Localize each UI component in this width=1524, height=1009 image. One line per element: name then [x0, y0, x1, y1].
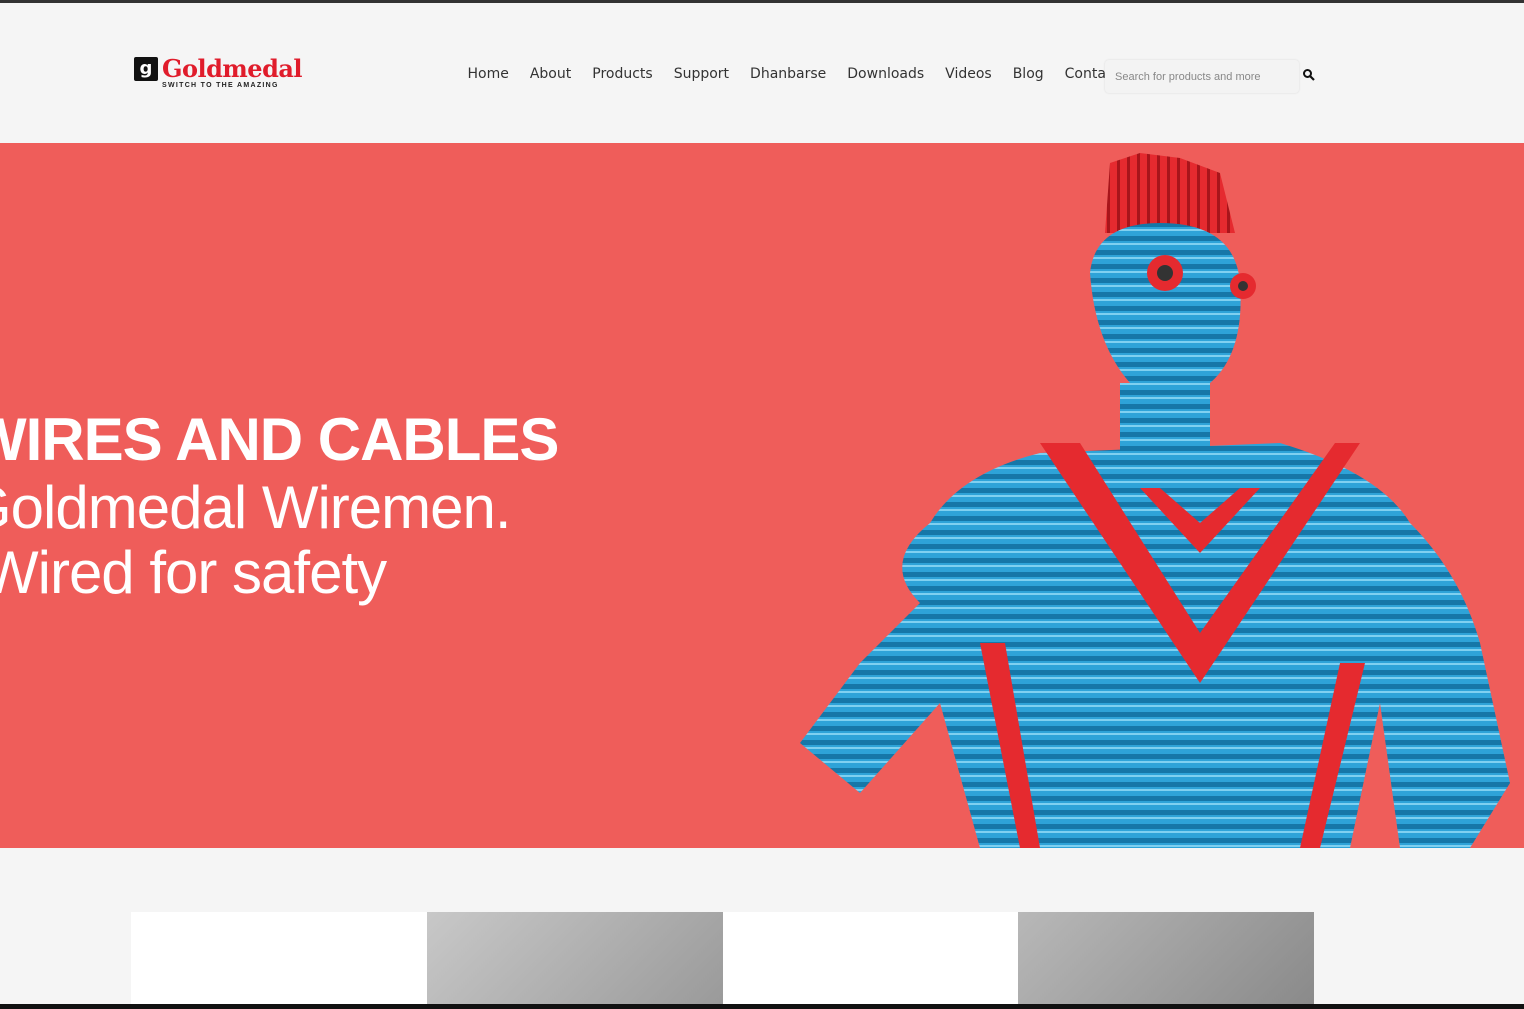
- product-card-switch-image[interactable]: [426, 912, 723, 1004]
- bottom-border: [0, 1004, 1524, 1009]
- main-nav: Home About Products Support Dhanbarse Do…: [457, 63, 1130, 85]
- nav-support[interactable]: Support: [663, 63, 739, 85]
- product-card[interactable]: [722, 912, 1019, 1004]
- nav-about[interactable]: About: [519, 63, 581, 85]
- search-input[interactable]: [1105, 60, 1299, 93]
- site-header: g Goldmedal SWITCH TO THE AMAZING Home A…: [0, 3, 1524, 143]
- hero-banner[interactable]: WIRES AND CABLES Goldmedal Wiremen. Wire…: [0, 143, 1524, 848]
- logo-tagline: SWITCH TO THE AMAZING: [162, 82, 279, 89]
- goldmedal-logo[interactable]: g Goldmedal SWITCH TO THE AMAZING: [134, 54, 303, 89]
- wireman-mascot-image: [800, 153, 1510, 848]
- logo-name: Goldmedal: [162, 54, 303, 83]
- product-card[interactable]: [131, 912, 427, 1004]
- nav-products[interactable]: Products: [582, 63, 663, 85]
- logo-mark-icon: g: [134, 57, 158, 81]
- hero-tagline: Wired for safety: [0, 539, 387, 606]
- nav-dhanbarse[interactable]: Dhanbarse: [740, 63, 837, 85]
- nav-videos[interactable]: Videos: [935, 63, 1003, 85]
- search-icon[interactable]: [1302, 68, 1316, 82]
- product-cards: [131, 912, 1314, 1004]
- nav-home[interactable]: Home: [457, 63, 519, 85]
- product-card-fan-image[interactable]: [1018, 912, 1314, 1004]
- hero-title: WIRES AND CABLES: [0, 406, 559, 473]
- hero-subtitle: Goldmedal Wiremen.: [0, 474, 512, 541]
- nav-blog[interactable]: Blog: [1002, 63, 1054, 85]
- nav-downloads[interactable]: Downloads: [837, 63, 935, 85]
